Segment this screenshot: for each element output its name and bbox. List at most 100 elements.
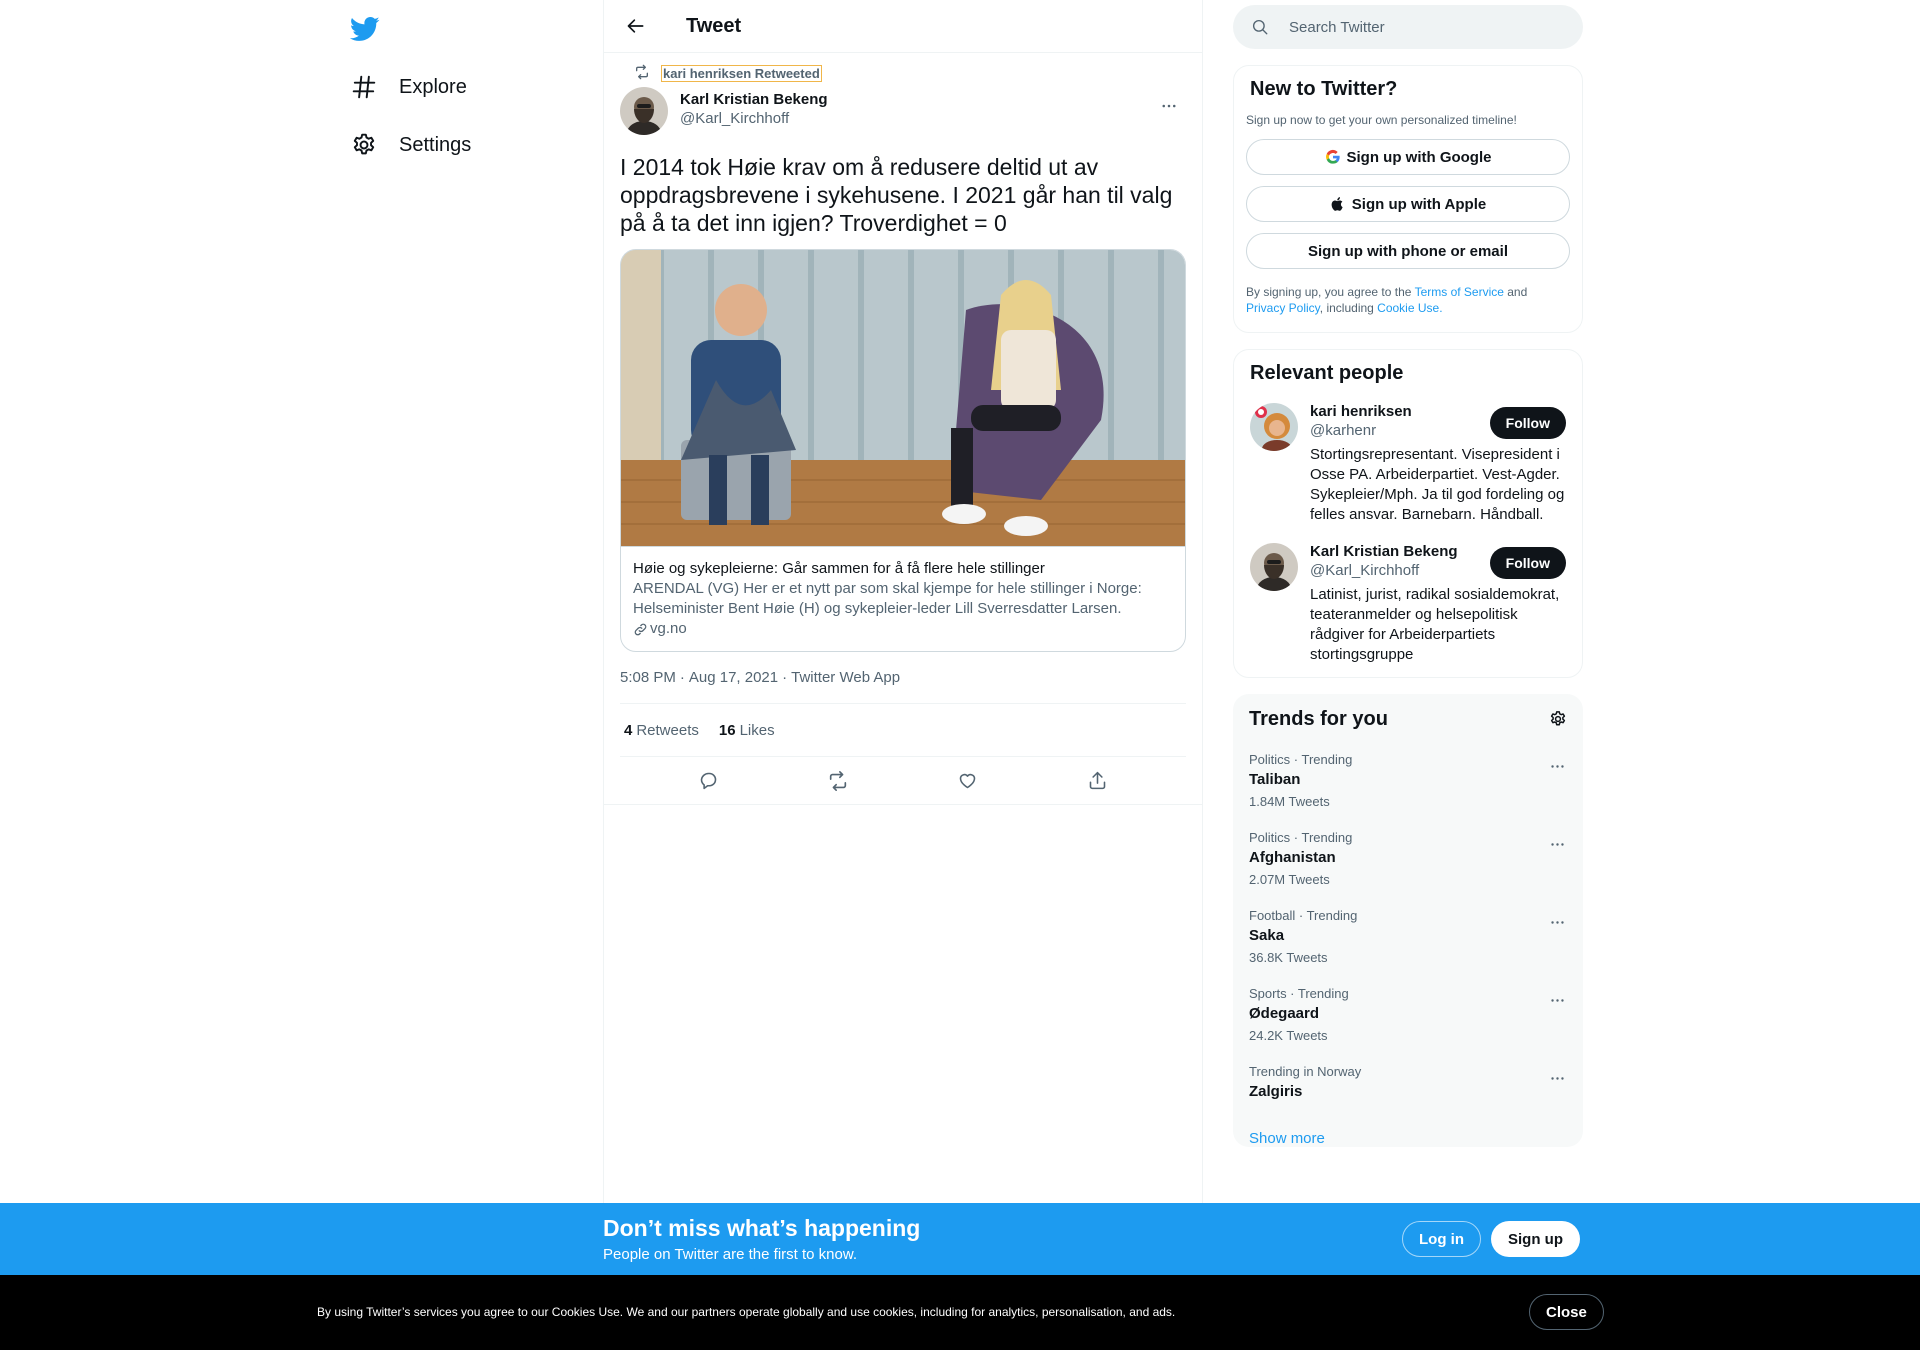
more-options-icon[interactable]: [1543, 752, 1571, 780]
cookie-consent-bar: By using Twitter’s services you agree to…: [0, 1275, 1920, 1350]
signup-legal-text: By signing up, you agree to the Terms of…: [1246, 284, 1570, 316]
trend-meta: Sports · Trending: [1249, 986, 1349, 1001]
trend-item[interactable]: Trending in Norway Zalgiris: [1233, 1064, 1583, 1102]
terms-link[interactable]: Terms of Service: [1415, 285, 1504, 299]
link-card-description: ARENDAL (VG) Her er et nytt par som skal…: [633, 580, 1142, 617]
retweet-context: kari henriksen Retweeted: [620, 63, 1186, 83]
likes-stat[interactable]: 16 Likes: [719, 722, 775, 739]
follow-button[interactable]: Follow: [1489, 407, 1566, 439]
nav-item-explore[interactable]: Explore: [351, 67, 467, 107]
main-header: Tweet: [604, 0, 1202, 53]
legal-text-1: By signing up, you agree to the: [1246, 285, 1415, 299]
new-to-twitter-panel: New to Twitter? Sign up now to get your …: [1233, 65, 1583, 333]
avatar[interactable]: [1250, 543, 1298, 591]
retweeted-by-link[interactable]: kari henriksen Retweeted: [661, 64, 822, 82]
signup-button[interactable]: Sign up: [1491, 1221, 1580, 1257]
trends-panel: Trends for you Politics · Trending Talib…: [1233, 694, 1583, 1147]
likes-count: 16: [718, 721, 736, 739]
apple-logo-icon: [1330, 196, 1346, 212]
trend-item[interactable]: Football · Trending Saka 36.8K Tweets: [1233, 908, 1583, 966]
google-logo-icon: [1325, 149, 1341, 165]
back-arrow-icon[interactable]: [618, 8, 654, 44]
link-card-title: Høie og sykepleierne: Går sammen for å f…: [633, 560, 1045, 577]
signup-google-button[interactable]: Sign up with Google: [1246, 139, 1570, 175]
main-column: Tweet kari henriksen Retweeted Karl Kris…: [603, 0, 1203, 1350]
more-options-icon[interactable]: [1152, 89, 1186, 123]
tweet-actions: [604, 757, 1202, 805]
link-card[interactable]: Høie og sykepleierne: Går sammen for å f…: [620, 249, 1186, 652]
trend-item[interactable]: Politics · Trending Taliban 1.84M Tweets: [1233, 752, 1583, 810]
gear-icon: [351, 132, 377, 158]
show-more-link[interactable]: Show more: [1233, 1130, 1583, 1147]
trend-count: 24.2K Tweets: [1249, 1028, 1328, 1043]
signup-phone-label: Sign up with phone or email: [1307, 242, 1508, 260]
more-options-icon[interactable]: [1543, 908, 1571, 936]
new-to-twitter-subtitle: Sign up now to get your own personalized…: [1246, 113, 1517, 127]
trend-meta: Trending in Norway: [1249, 1064, 1362, 1079]
legal-text-2: and: [1503, 285, 1528, 299]
page-title: Tweet: [686, 14, 742, 37]
banner-title: Don’t miss what’s happening: [603, 1215, 921, 1241]
meta-separator: ·: [782, 669, 788, 686]
cookie-consent-text: By using Twitter’s services you agree to…: [317, 1305, 1176, 1319]
signup-apple-button[interactable]: Sign up with Apple: [1246, 186, 1570, 222]
trend-name: Taliban: [1249, 771, 1301, 788]
reply-icon[interactable]: [692, 764, 726, 798]
tweet-time[interactable]: 5:08 PM: [620, 669, 676, 686]
author-avatar[interactable]: [620, 87, 668, 135]
trend-count: 2.07M Tweets: [1249, 872, 1330, 887]
meta-separator: ·: [679, 669, 685, 686]
right-sidebar: New to Twitter? Sign up now to get your …: [1233, 0, 1583, 1147]
trends-title: Trends for you: [1249, 707, 1388, 730]
likes-label: Likes: [739, 721, 775, 739]
trend-name: Zalgiris: [1249, 1083, 1303, 1100]
cookie-close-button[interactable]: Close: [1529, 1294, 1604, 1330]
follow-button[interactable]: Follow: [1489, 547, 1566, 579]
trend-name: Saka: [1249, 927, 1285, 944]
retweets-label: Retweets: [636, 721, 699, 739]
trend-count: 1.84M Tweets: [1249, 794, 1330, 809]
cookie-use-link[interactable]: Cookie Use.: [1377, 301, 1442, 315]
author-handle[interactable]: @Karl_Kirchhoff: [680, 110, 828, 127]
tweet-source[interactable]: Twitter Web App: [791, 669, 900, 686]
relevant-people-panel: Relevant people kari henriksen @karhenr …: [1233, 349, 1583, 678]
more-options-icon[interactable]: [1543, 1064, 1571, 1092]
search-input[interactable]: [1289, 18, 1539, 36]
search-box[interactable]: [1233, 5, 1583, 49]
trend-count: 36.8K Tweets: [1249, 950, 1328, 965]
link-card-domain-text: vg.no: [650, 620, 687, 637]
trends-settings-gear-icon[interactable]: [1549, 710, 1567, 728]
retweet-icon[interactable]: [821, 764, 855, 798]
author-names: Karl Kristian Bekeng @Karl_Kirchhoff: [680, 91, 828, 137]
tweet-date[interactable]: Aug 17, 2021: [689, 669, 778, 686]
trend-item[interactable]: Sports · Trending Ødegaard 24.2K Tweets: [1233, 986, 1583, 1044]
trends-header: Trends for you: [1233, 706, 1583, 732]
nav-item-settings[interactable]: Settings: [351, 125, 471, 165]
tweet: kari henriksen Retweeted Karl Kristian B…: [604, 63, 1202, 805]
signup-phone-email-button[interactable]: Sign up with phone or email: [1246, 233, 1570, 269]
retweets-stat[interactable]: 4 Retweets: [624, 722, 699, 739]
link-card-domain: vg.no: [633, 619, 1173, 639]
avatar[interactable]: [1250, 403, 1298, 451]
hashtag-icon: [351, 74, 377, 100]
signup-banner: Don’t miss what’s happening People on Tw…: [0, 1203, 1920, 1275]
trend-meta: Football · Trending: [1249, 908, 1358, 923]
author-name[interactable]: Karl Kristian Bekeng: [680, 91, 828, 108]
tweet-author: Karl Kristian Bekeng @Karl_Kirchhoff: [620, 87, 1186, 137]
privacy-link[interactable]: Privacy Policy: [1246, 301, 1320, 315]
relevant-person: kari henriksen @karhenr Stortingsreprese…: [1250, 403, 1566, 525]
banner-subtitle: People on Twitter are the first to know.: [603, 1246, 858, 1263]
trend-item[interactable]: Politics · Trending Afghanistan 2.07M Tw…: [1233, 830, 1583, 888]
share-icon[interactable]: [1080, 764, 1114, 798]
trend-meta: Politics · Trending: [1249, 752, 1353, 767]
twitter-bird-icon[interactable]: [350, 14, 380, 44]
login-button[interactable]: Log in: [1402, 1221, 1481, 1257]
tweet-meta: 5:08 PM · Aug 17, 2021 · Twitter Web App: [620, 669, 1186, 704]
like-heart-icon[interactable]: [951, 764, 985, 798]
search-icon: [1251, 18, 1269, 36]
relevant-people-title: Relevant people: [1250, 362, 1404, 384]
more-options-icon[interactable]: [1543, 830, 1571, 858]
more-options-icon[interactable]: [1543, 986, 1571, 1014]
tweet-text: I 2014 tok Høie krav om å redusere delti…: [620, 154, 1173, 236]
legal-text-3: , including: [1319, 301, 1378, 315]
